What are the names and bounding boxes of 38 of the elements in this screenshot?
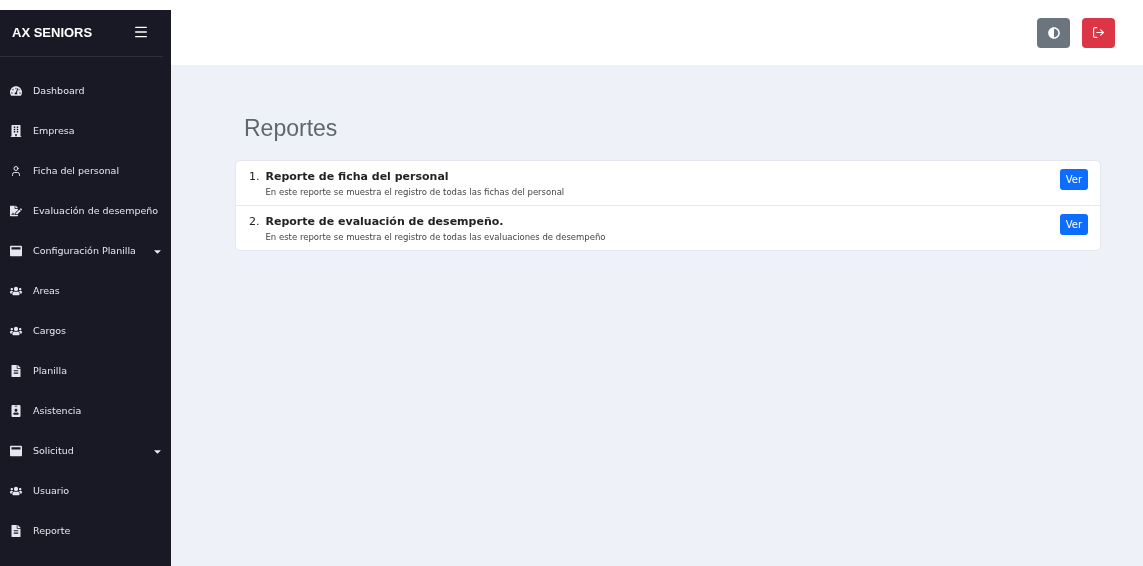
sidebar-item[interactable]: Evaluación de desempeño bbox=[0, 191, 171, 231]
sidebar-item[interactable]: Solicitud bbox=[0, 431, 171, 471]
menu-item-icon bbox=[10, 325, 24, 337]
menu-icon[interactable] bbox=[133, 24, 149, 40]
menu-item-icon bbox=[10, 285, 24, 297]
report-number: 1. bbox=[249, 169, 260, 184]
menu-item-icon bbox=[10, 525, 24, 537]
view-button[interactable]: Ver bbox=[1059, 214, 1088, 235]
sidebar-item[interactable]: Areas bbox=[0, 271, 171, 311]
report-description: En este reporte se muestra el registro de todas las fichas del personal bbox=[265, 187, 566, 197]
report-title: Reporte de ficha del personal bbox=[265, 169, 450, 184]
sidebar-item[interactable]: Empresa bbox=[0, 111, 171, 151]
sidebar-item[interactable]: Reporte bbox=[0, 511, 171, 551]
brand-name: AX SENIORS bbox=[12, 24, 93, 40]
theme-toggle-button[interactable] bbox=[1037, 17, 1070, 48]
sidebar-item[interactable]: Usuario bbox=[0, 471, 171, 511]
logout-icon bbox=[1092, 26, 1105, 39]
contrast-icon bbox=[1047, 26, 1060, 39]
menu-item-icon bbox=[10, 205, 24, 217]
sidebar-item[interactable]: Configuración Planilla bbox=[0, 231, 171, 271]
menu-item-icon bbox=[10, 245, 24, 257]
menu-item-icon bbox=[10, 365, 24, 377]
sidebar-item[interactable]: Dashboard bbox=[0, 71, 171, 111]
sidebar-item[interactable]: Cargos bbox=[0, 311, 171, 351]
view-button[interactable]: Ver bbox=[1059, 169, 1088, 190]
menu-item-icon bbox=[10, 445, 24, 457]
menu-item-icon bbox=[10, 485, 24, 497]
menu-item-icon bbox=[10, 85, 24, 97]
menu-item-icon bbox=[10, 405, 24, 417]
menu-item-icon bbox=[10, 125, 24, 137]
report-description: En este reporte se muestra el registro de todas las evaluaciones de desempeño bbox=[265, 232, 607, 242]
report-number: 2. bbox=[249, 214, 260, 229]
report-title: Reporte de evaluación de desempeño. bbox=[265, 214, 505, 229]
sidebar-item[interactable]: Asistencia bbox=[0, 391, 171, 431]
page-title: Reportes bbox=[244, 115, 339, 142]
logout-button[interactable] bbox=[1082, 17, 1115, 48]
sidebar-item[interactable]: Planilla bbox=[0, 351, 171, 391]
sidebar-item[interactable]: Ficha del personal bbox=[0, 151, 171, 191]
